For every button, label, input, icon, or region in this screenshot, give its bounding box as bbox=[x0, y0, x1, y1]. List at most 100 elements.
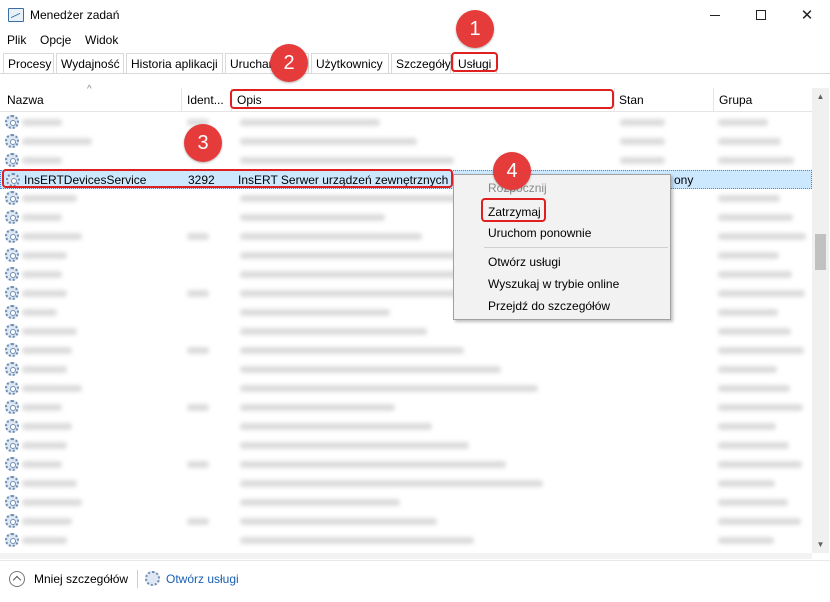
gear-icon[interactable] bbox=[145, 571, 160, 586]
obscured-text bbox=[187, 518, 209, 525]
tab-performance[interactable]: Wydajność bbox=[56, 53, 124, 73]
table-row[interactable] bbox=[0, 284, 812, 303]
horizontal-scrollbar[interactable] bbox=[0, 553, 812, 559]
menu-options[interactable]: Opcje bbox=[40, 33, 71, 47]
table-row[interactable] bbox=[0, 208, 812, 227]
step-badge-2: 2 bbox=[270, 44, 308, 82]
scroll-thumb[interactable] bbox=[815, 234, 826, 270]
table-row[interactable] bbox=[0, 265, 812, 284]
menu-item-stop[interactable]: Zatrzymaj bbox=[488, 205, 541, 219]
table-row[interactable] bbox=[0, 246, 812, 265]
table-row[interactable] bbox=[0, 436, 812, 455]
table-row[interactable] bbox=[0, 360, 812, 379]
table-row[interactable] bbox=[0, 151, 812, 170]
obscured-text bbox=[718, 480, 775, 487]
gear-icon bbox=[5, 495, 19, 509]
close-button[interactable]: ✕ bbox=[784, 0, 830, 30]
step-badge-3: 3 bbox=[184, 124, 222, 162]
table-row[interactable] bbox=[0, 189, 812, 208]
table-row[interactable] bbox=[0, 379, 812, 398]
gear-icon bbox=[5, 115, 19, 129]
minimize-button[interactable] bbox=[692, 0, 738, 30]
menu-view[interactable]: Widok bbox=[85, 33, 118, 47]
obscured-text bbox=[22, 119, 62, 126]
table-row[interactable] bbox=[0, 322, 812, 341]
obscured-text bbox=[718, 233, 806, 240]
scroll-down-icon[interactable]: ▼ bbox=[812, 536, 829, 553]
scroll-up-icon[interactable]: ▲ bbox=[812, 88, 829, 105]
obscured-text bbox=[620, 138, 665, 145]
tab-app-history[interactable]: Historia aplikacji bbox=[126, 53, 223, 73]
tab-processes[interactable]: Procesy bbox=[3, 53, 54, 73]
table-row[interactable] bbox=[0, 493, 812, 512]
obscured-text bbox=[22, 290, 67, 297]
gear-icon bbox=[5, 248, 19, 262]
table-row[interactable] bbox=[0, 474, 812, 493]
obscured-text bbox=[718, 119, 768, 126]
tab-strip: Procesy Wydajność Historia aplikacji Uru… bbox=[0, 52, 830, 74]
obscured-text bbox=[718, 423, 776, 430]
obscured-text bbox=[22, 385, 82, 392]
column-status[interactable]: Stan bbox=[619, 93, 644, 107]
minimize-icon bbox=[710, 14, 720, 16]
table-row[interactable] bbox=[0, 512, 812, 531]
footer: Mniej szczegółów Otwórz usługi bbox=[0, 560, 830, 602]
obscured-text bbox=[718, 461, 802, 468]
table-row[interactable] bbox=[0, 113, 812, 132]
menu-item-go-to-details[interactable]: Przejdź do szczegółów bbox=[488, 299, 610, 313]
tab-label: Szczegóły bbox=[396, 57, 451, 71]
column-divider[interactable] bbox=[231, 88, 232, 112]
tab-details[interactable]: Szczegóły bbox=[391, 53, 451, 73]
gear-icon bbox=[6, 173, 20, 187]
table-row[interactable] bbox=[0, 531, 812, 550]
obscured-text bbox=[240, 518, 437, 525]
menu-bar: Plik Opcje Widok bbox=[0, 30, 830, 50]
obscured-text bbox=[718, 271, 792, 278]
gear-icon bbox=[5, 324, 19, 338]
obscured-text bbox=[22, 233, 82, 240]
column-name[interactable]: Nazwa bbox=[7, 93, 44, 107]
table-row[interactable] bbox=[0, 303, 812, 322]
obscured-text bbox=[240, 537, 474, 544]
column-divider[interactable] bbox=[614, 88, 615, 112]
table-row[interactable] bbox=[0, 341, 812, 360]
table-row[interactable] bbox=[0, 398, 812, 417]
column-description[interactable]: Opis bbox=[237, 93, 262, 107]
column-divider[interactable] bbox=[181, 88, 182, 112]
obscured-text bbox=[240, 252, 459, 259]
obscured-text bbox=[718, 252, 779, 259]
column-group[interactable]: Grupa bbox=[719, 93, 752, 107]
obscured-text bbox=[620, 157, 665, 164]
table-row[interactable] bbox=[0, 227, 812, 246]
table-row[interactable] bbox=[0, 455, 812, 474]
obscured-text bbox=[22, 271, 62, 278]
obscured-text bbox=[187, 404, 209, 411]
menu-item-open-services[interactable]: Otwórz usługi bbox=[488, 255, 561, 269]
obscured-text bbox=[22, 309, 57, 316]
tab-users[interactable]: Użytkownicy bbox=[311, 53, 389, 73]
fewer-details-link[interactable]: Mniej szczegółów bbox=[34, 572, 128, 586]
vertical-scrollbar[interactable]: ▲ ▼ bbox=[812, 88, 829, 553]
obscured-text bbox=[240, 442, 469, 449]
close-icon: ✕ bbox=[800, 6, 814, 24]
tab-services[interactable]: Usługi bbox=[453, 53, 497, 73]
column-pid[interactable]: Ident... bbox=[187, 93, 224, 107]
open-services-link[interactable]: Otwórz usługi bbox=[166, 572, 239, 586]
menu-item-restart[interactable]: Uruchom ponownie bbox=[488, 226, 591, 240]
table-row[interactable] bbox=[0, 132, 812, 151]
step-badge-4: 4 bbox=[493, 152, 531, 190]
column-divider[interactable] bbox=[713, 88, 714, 112]
gear-icon bbox=[5, 210, 19, 224]
menu-file[interactable]: Plik bbox=[7, 33, 26, 47]
gear-icon bbox=[5, 343, 19, 357]
obscured-text bbox=[718, 347, 804, 354]
obscured-text bbox=[240, 499, 400, 506]
chevron-up-circle-icon[interactable] bbox=[9, 571, 25, 587]
obscured-text bbox=[240, 233, 422, 240]
menu-item-search-online[interactable]: Wyszukaj w trybie online bbox=[488, 277, 619, 291]
obscured-text bbox=[22, 366, 67, 373]
obscured-text bbox=[240, 328, 427, 335]
table-row[interactable] bbox=[0, 417, 812, 436]
maximize-button[interactable] bbox=[738, 0, 784, 30]
selected-service-row[interactable]: InsERTDevicesService 3292 InsERT Serwer ur… bbox=[0, 170, 812, 189]
